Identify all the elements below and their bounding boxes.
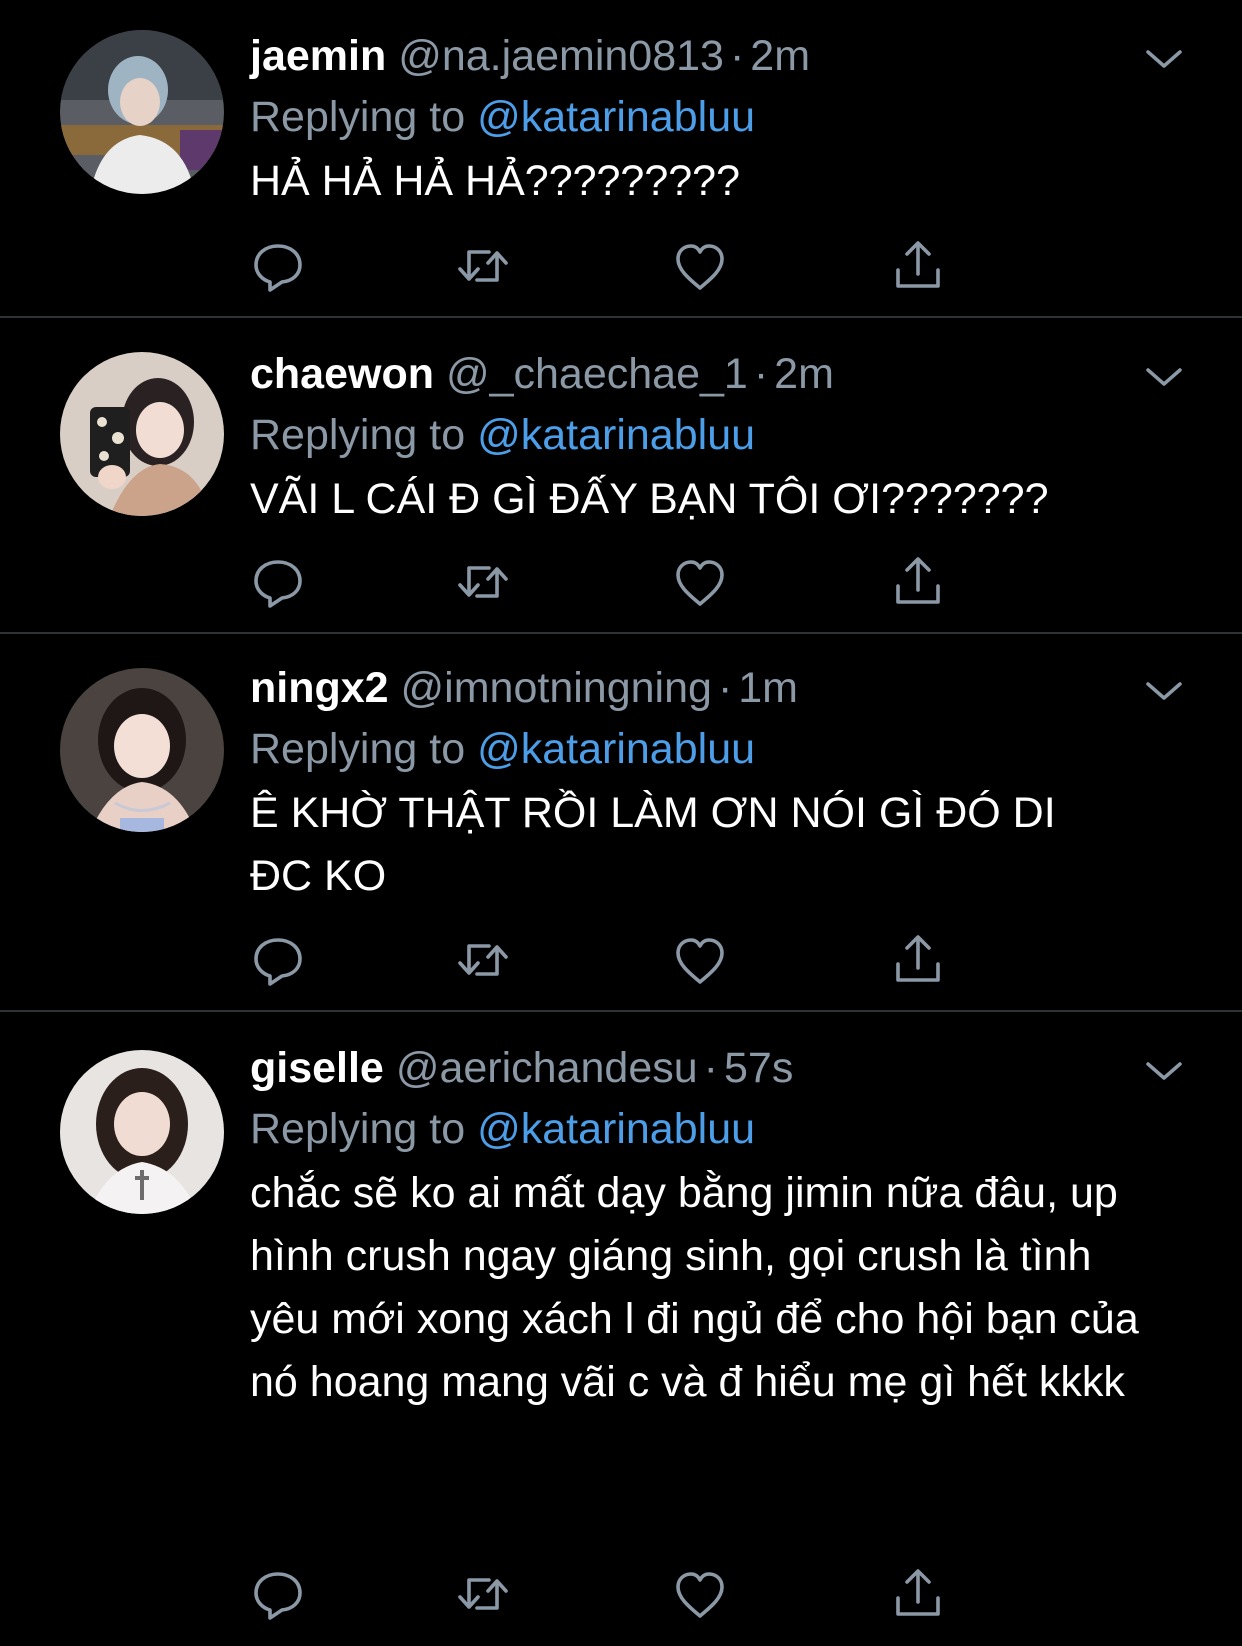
like-icon[interactable] xyxy=(672,932,728,988)
tweet-text: chắc sẽ ko ai mất dạy bằng jimin nữa đâu… xyxy=(250,1169,1151,1406)
username[interactable]: @aerichandesu xyxy=(396,1044,698,1092)
share-icon[interactable] xyxy=(890,932,946,988)
reply-icon[interactable] xyxy=(250,1566,306,1622)
like-icon[interactable] xyxy=(672,238,728,294)
replying-to-label: Replying to xyxy=(250,1105,466,1153)
action-bar xyxy=(250,1566,1010,1622)
display-name[interactable]: chaewon xyxy=(250,350,434,398)
replying-to-link[interactable]: @katarinabluu xyxy=(477,411,755,459)
username[interactable]: @na.jaemin0813 xyxy=(398,32,724,80)
replying-to: Replying to @katarinabluu xyxy=(250,86,1172,148)
replying-to: Replying to @katarinabluu xyxy=(250,718,1172,780)
separator-dot: · xyxy=(703,1044,718,1092)
chevron-down-icon[interactable] xyxy=(1144,676,1184,706)
separator-dot: · xyxy=(729,32,745,80)
username[interactable]: @_chaechae_1 xyxy=(446,350,748,398)
display-name[interactable]: jaemin xyxy=(250,32,386,80)
tweet-header: ningx2 @imnotningning · 1m xyxy=(250,658,1172,718)
chevron-down-icon[interactable] xyxy=(1144,44,1184,74)
timestamp[interactable]: 2m xyxy=(750,32,810,80)
tweet-text: Ê KHỜ THẬT RỒI LÀM ƠN NÓI GÌ ĐÓ DI ĐC KO xyxy=(250,789,1068,900)
timestamp[interactable]: 2m xyxy=(774,350,834,398)
avatar[interactable] xyxy=(60,668,224,832)
display-name[interactable]: giselle xyxy=(250,1044,384,1092)
replying-to-link[interactable]: @katarinabluu xyxy=(477,93,755,141)
retweet-icon[interactable] xyxy=(455,238,511,294)
share-icon[interactable] xyxy=(890,238,946,294)
chevron-down-icon[interactable] xyxy=(1144,362,1184,392)
display-name[interactable]: ningx2 xyxy=(250,664,389,712)
chevron-down-icon[interactable] xyxy=(1144,1056,1184,1086)
replying-to-label: Replying to xyxy=(250,725,466,773)
replying-to: Replying to @katarinabluu xyxy=(250,404,1172,466)
share-icon[interactable] xyxy=(890,554,946,610)
timestamp[interactable]: 1m xyxy=(738,664,798,712)
retweet-icon[interactable] xyxy=(455,1566,511,1622)
tweet-header: jaemin @na.jaemin0813 · 2m xyxy=(250,26,1172,86)
avatar[interactable] xyxy=(60,352,224,516)
share-icon[interactable] xyxy=(890,1566,946,1622)
tweet-header: chaewon @_chaechae_1 · 2m xyxy=(250,344,1172,404)
replying-to-label: Replying to xyxy=(250,93,466,141)
reply-icon[interactable] xyxy=(250,554,306,610)
tweet-header: giselle @aerichandesu · 57s xyxy=(250,1038,1172,1098)
separator-dot: · xyxy=(753,350,769,398)
retweet-icon[interactable] xyxy=(455,554,511,610)
tweet-giselle[interactable]: giselle @aerichandesu · 57s Replying to @k… xyxy=(0,1012,1242,1646)
like-icon[interactable] xyxy=(672,554,728,610)
tweet-chaewon[interactable]: chaewon @_chaechae_1 · 2m Replying to @kat… xyxy=(0,318,1242,634)
reply-icon[interactable] xyxy=(250,932,306,988)
retweet-icon[interactable] xyxy=(455,932,511,988)
action-bar xyxy=(250,554,1010,610)
username[interactable]: @imnotningning xyxy=(401,664,712,712)
tweet-jaemin[interactable]: jaemin @na.jaemin0813 · 2m Replying to @ka… xyxy=(0,0,1242,318)
replying-to-label: Replying to xyxy=(250,411,466,459)
avatar[interactable] xyxy=(60,30,224,194)
replying-to-link[interactable]: @katarinabluu xyxy=(477,1105,755,1153)
action-bar xyxy=(250,932,1010,988)
action-bar xyxy=(250,238,1010,294)
reply-icon[interactable] xyxy=(250,238,306,294)
like-icon[interactable] xyxy=(672,1566,728,1622)
tweet-text: HẢ HẢ HẢ HẢ????????? xyxy=(250,157,741,205)
tweet-text: VÃI L CÁI Đ GÌ ĐẤY BẠN TÔI ƠI??????? xyxy=(250,475,1049,523)
tweet-ningx2[interactable]: ningx2 @imnotningning · 1m Replying to @ka… xyxy=(0,634,1242,1012)
replying-to: Replying to @katarinabluu xyxy=(250,1098,1172,1160)
separator-dot: · xyxy=(717,664,733,712)
replying-to-link[interactable]: @katarinabluu xyxy=(477,725,755,773)
timestamp[interactable]: 57s xyxy=(724,1044,793,1092)
avatar[interactable] xyxy=(60,1050,224,1214)
